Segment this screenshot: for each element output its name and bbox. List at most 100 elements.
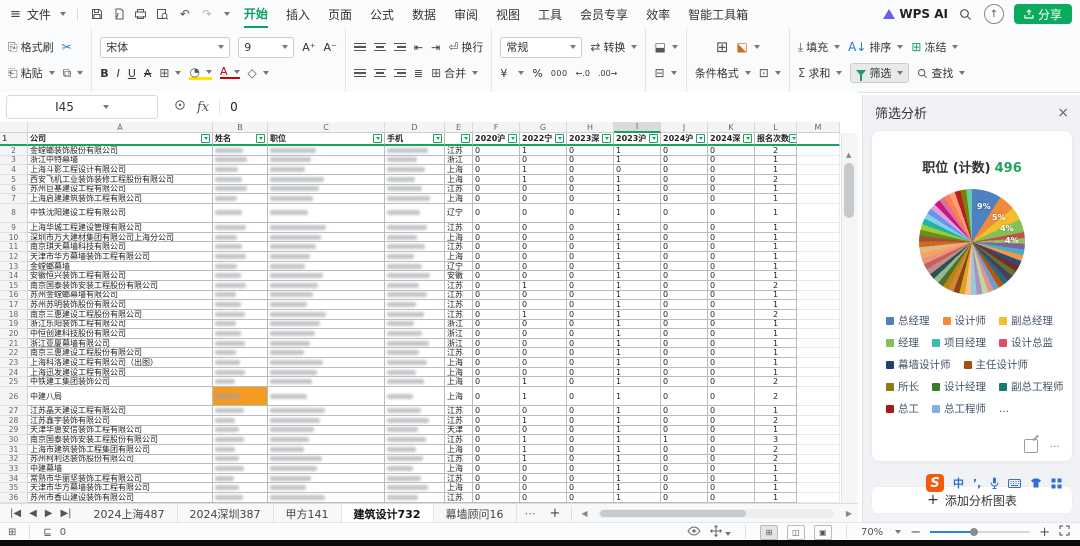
empty-cell[interactable] [797, 320, 840, 330]
menu-tab-2[interactable]: 插入 [286, 2, 310, 27]
year-count-cell-F[interactable]: 0 [473, 291, 520, 301]
header-cell-J[interactable]: 2024沪 [661, 133, 708, 146]
fullscreen-icon[interactable] [1059, 525, 1070, 539]
province-cell[interactable]: 江苏 [445, 291, 473, 301]
province-cell[interactable]: 江苏 [445, 493, 473, 503]
legend-item[interactable]: 总经理 [886, 313, 930, 328]
signup-count-cell[interactable]: 1 [755, 483, 797, 493]
empty-cell[interactable] [797, 416, 840, 426]
year-count-cell-H[interactable]: 0 [567, 426, 614, 436]
header-cell-F[interactable]: 2020沪 [473, 133, 520, 146]
position-cell[interactable] [268, 310, 385, 320]
year-count-cell-H[interactable]: 0 [567, 348, 614, 358]
phone-cell[interactable] [385, 271, 445, 281]
signup-count-cell[interactable]: 1 [755, 348, 797, 358]
year-count-cell-I[interactable]: 1 [614, 281, 661, 291]
row-number-30[interactable]: 30 [0, 435, 28, 445]
table-row[interactable]: 20中恒创建科技股份有限公司浙江0001001 [0, 329, 858, 339]
year-count-cell-I[interactable]: 1 [614, 483, 661, 493]
name-cell[interactable] [213, 252, 268, 262]
name-cell[interactable] [213, 262, 268, 272]
year-count-cell-F[interactable]: 0 [473, 271, 520, 281]
freeze-button[interactable]: ⊞冻结 [911, 39, 958, 55]
name-cell[interactable] [213, 416, 268, 426]
table-row[interactable]: 14安徽恒兴装饰工程有限公司安徽0001001 [0, 271, 858, 281]
signup-count-cell[interactable]: 1 [755, 426, 797, 436]
merge-button[interactable]: ⊞合并 [431, 65, 478, 81]
year-count-cell-K[interactable]: 0 [708, 223, 755, 233]
year-count-cell-G[interactable]: 1 [520, 165, 567, 175]
province-cell[interactable]: 安徽 [445, 271, 473, 281]
legend-item[interactable]: 幕墙设计师 [886, 357, 951, 372]
column-header-B[interactable]: B [213, 122, 268, 133]
year-count-cell-F[interactable]: 0 [473, 445, 520, 455]
italic-button[interactable]: I [117, 67, 120, 80]
legend-item[interactable]: 设计经理 [932, 379, 986, 394]
company-cell[interactable]: 苏州金螳螂幕墙有限公司 [28, 291, 213, 301]
soft-keyboard-icon[interactable] [1008, 479, 1021, 488]
position-cell[interactable] [268, 435, 385, 445]
province-cell[interactable]: 上海 [445, 445, 473, 455]
filter-dropdown-icon[interactable] [649, 134, 658, 143]
year-count-cell-J[interactable]: 0 [661, 320, 708, 330]
year-count-cell-G[interactable]: 0 [520, 156, 567, 166]
province-cell[interactable]: 浙江 [445, 156, 473, 166]
empty-cell[interactable] [797, 406, 840, 416]
position-cell[interactable] [268, 233, 385, 243]
chevron-down-icon[interactable] [60, 12, 66, 16]
year-count-cell-K[interactable]: 0 [708, 291, 755, 301]
company-cell[interactable]: 上海科洛建设工程有限公司（出图） [28, 358, 213, 368]
year-count-cell-H[interactable]: 0 [567, 165, 614, 175]
vertical-scrollbar[interactable]: ▲ [841, 133, 857, 503]
position-cell[interactable] [268, 281, 385, 291]
menu-tab-4[interactable]: 公式 [370, 2, 394, 27]
undo-icon[interactable]: ↶ [177, 7, 193, 21]
year-count-cell-G[interactable]: 0 [520, 300, 567, 310]
position-cell[interactable] [268, 156, 385, 166]
menu-tab-9[interactable]: 会员专享 [580, 2, 628, 27]
year-count-cell-H[interactable]: 0 [567, 242, 614, 252]
phone-cell[interactable] [385, 233, 445, 243]
year-count-cell-F[interactable]: 0 [473, 185, 520, 195]
sogou-logo-icon[interactable]: S [926, 474, 944, 492]
prev-sheet-icon[interactable]: ◀ [29, 508, 37, 519]
year-count-cell-F[interactable]: 0 [473, 406, 520, 416]
year-count-cell-H[interactable]: 0 [567, 320, 614, 330]
year-count-cell-F[interactable]: 0 [473, 242, 520, 252]
year-count-cell-F[interactable]: 0 [473, 474, 520, 484]
year-count-cell-I[interactable]: 1 [614, 252, 661, 262]
year-count-cell-J[interactable]: 0 [661, 242, 708, 252]
year-count-cell-F[interactable]: 0 [473, 320, 520, 330]
year-count-cell-J[interactable]: 0 [661, 348, 708, 358]
table-row[interactable]: 36苏州市香山建设装饰有限公司江苏0001001 [0, 493, 858, 503]
year-count-cell-G[interactable]: 0 [520, 483, 567, 493]
empty-cell[interactable] [797, 483, 840, 493]
phone-cell[interactable] [385, 445, 445, 455]
phone-cell[interactable] [385, 358, 445, 368]
phone-cell[interactable] [385, 175, 445, 185]
header-cell-C[interactable]: 职位 [268, 133, 385, 146]
sum-button[interactable]: Σ求和 [798, 65, 843, 81]
year-count-cell-H[interactable]: 0 [567, 445, 614, 455]
year-count-cell-F[interactable]: 0 [473, 223, 520, 233]
row-number-5[interactable]: 5 [0, 175, 28, 185]
name-cell[interactable] [213, 464, 268, 474]
year-count-cell-H[interactable]: 0 [567, 156, 614, 166]
legend-item[interactable]: 设计师 [943, 313, 987, 328]
year-count-cell-G[interactable]: 0 [520, 358, 567, 368]
file-menu[interactable]: 文件 [27, 6, 51, 23]
signup-count-cell[interactable]: 2 [755, 416, 797, 426]
row-number-4[interactable]: 4 [0, 165, 28, 175]
signup-count-cell[interactable]: 2 [755, 310, 797, 320]
year-count-cell-J[interactable]: 0 [661, 455, 708, 465]
distribute-icon[interactable]: ≣ [414, 67, 423, 80]
province-cell[interactable]: 江苏 [445, 474, 473, 484]
row-number-34[interactable]: 34 [0, 474, 28, 484]
year-count-cell-K[interactable]: 0 [708, 339, 755, 349]
name-cell[interactable] [213, 204, 268, 223]
legend-item[interactable]: 设计总监 [999, 335, 1053, 350]
company-cell[interactable]: 深圳市万大建材集团有限公司上海分公司 [28, 233, 213, 243]
header-cell-B[interactable]: 姓名 [213, 133, 268, 146]
zoom-level[interactable]: 70% [861, 527, 883, 538]
empty-cell[interactable] [797, 204, 840, 223]
